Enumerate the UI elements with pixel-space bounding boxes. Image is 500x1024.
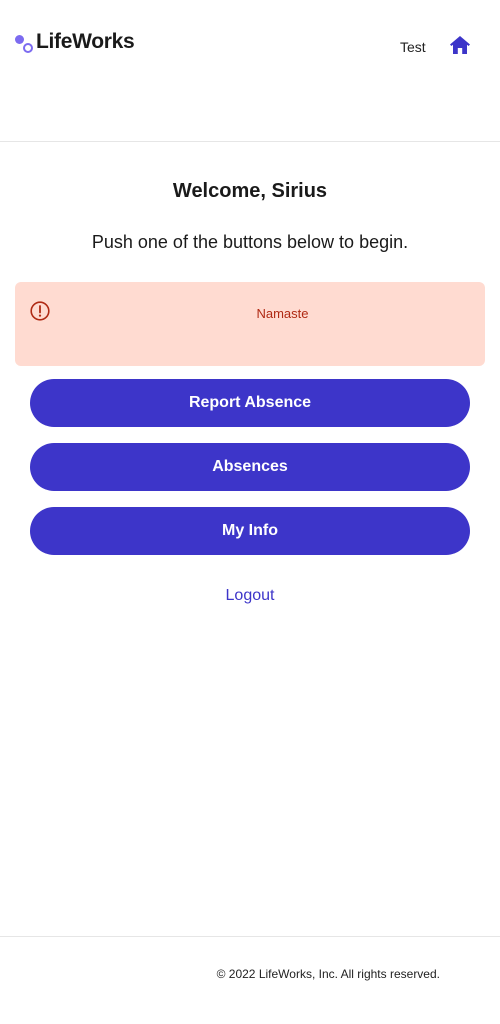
home-icon[interactable] (450, 36, 470, 54)
logo-mark-icon (14, 31, 35, 53)
logout-link[interactable]: Logout (0, 587, 500, 605)
alert-banner: Namaste (15, 282, 485, 366)
logo-text: LifeWorks (36, 30, 135, 53)
footer: © 2022 LifeWorks, Inc. All rights reserv… (0, 936, 500, 1024)
report-absence-button[interactable]: Report Absence (30, 379, 470, 427)
instructions-text: Push one of the buttons below to begin. (91, 232, 409, 252)
user-name-link[interactable]: Test (400, 39, 426, 55)
my-info-button[interactable]: My Info (30, 507, 470, 555)
copyright-text: © 2022 LifeWorks, Inc. All rights reserv… (216, 967, 440, 981)
logo[interactable]: LifeWorks (14, 30, 135, 54)
alert-message: Namaste (256, 306, 309, 321)
header: LifeWorks Test (0, 0, 500, 142)
page: LifeWorks Test Welcome, Sirius Push one … (0, 0, 500, 1024)
welcome-heading: Welcome, Sirius (172, 180, 328, 202)
absences-button[interactable]: Absences (30, 443, 470, 491)
